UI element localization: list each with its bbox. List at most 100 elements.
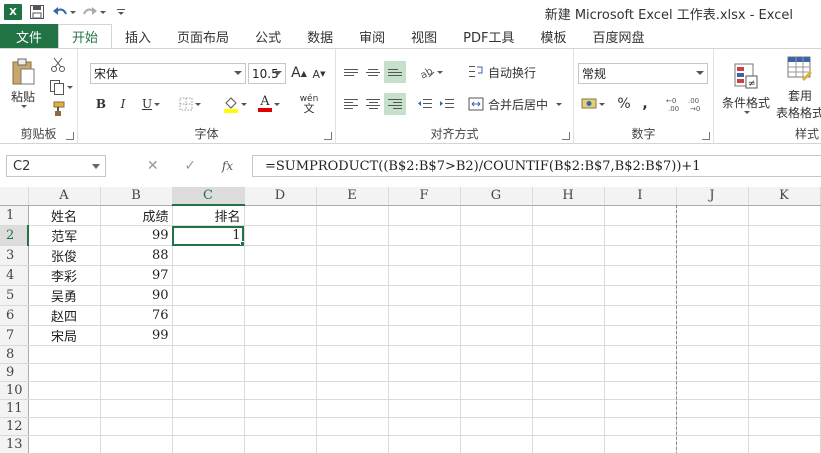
- cell-b8[interactable]: [100, 345, 173, 364]
- cut-icon[interactable]: [46, 55, 70, 75]
- cell-g3[interactable]: [460, 245, 533, 266]
- cancel-icon[interactable]: ✕: [147, 158, 159, 174]
- italic-button[interactable]: I: [114, 93, 132, 115]
- borders-button[interactable]: [176, 93, 204, 115]
- cell-d8[interactable]: [244, 345, 317, 364]
- cell-k12[interactable]: [748, 417, 821, 436]
- cell-c7[interactable]: [172, 325, 245, 346]
- cell-c1[interactable]: 排名: [172, 205, 245, 226]
- cell-d1[interactable]: [244, 205, 317, 226]
- tab-templates[interactable]: 模板: [527, 24, 579, 48]
- worksheet-grid[interactable]: A B C D E F G H I J K 1 姓名 成绩 排名 2 范军 99 1 3 张俊 88…: [0, 187, 821, 453]
- cell-h11[interactable]: [532, 399, 605, 418]
- cell-i7[interactable]: [604, 325, 677, 346]
- middle-align-button[interactable]: [362, 61, 384, 83]
- cell-d2[interactable]: [244, 225, 317, 246]
- tab-insert[interactable]: 插入: [112, 24, 164, 48]
- customize-qat-icon[interactable]: [112, 2, 130, 22]
- cell-c12[interactable]: [172, 417, 245, 436]
- cell-c4[interactable]: [172, 265, 245, 286]
- paste-dropdown-icon[interactable]: [21, 105, 27, 108]
- cell-b1[interactable]: 成绩: [100, 205, 173, 226]
- cell-b7[interactable]: 99: [100, 325, 173, 346]
- cell-f2[interactable]: [388, 225, 461, 246]
- cell-e8[interactable]: [316, 345, 389, 364]
- increase-indent-button[interactable]: [436, 93, 458, 115]
- cell-g1[interactable]: [460, 205, 533, 226]
- cell-e11[interactable]: [316, 399, 389, 418]
- insert-function-icon[interactable]: fx: [222, 159, 233, 173]
- cell-i9[interactable]: [604, 363, 677, 382]
- cell-b11[interactable]: [100, 399, 173, 418]
- cell-k8[interactable]: [748, 345, 821, 364]
- cell-h12[interactable]: [532, 417, 605, 436]
- cell-g4[interactable]: [460, 265, 533, 286]
- format-as-table-button[interactable]: 套用 表格格式: [774, 55, 821, 121]
- phonetic-guide-button[interactable]: wén 文: [292, 91, 326, 117]
- cell-j3[interactable]: [676, 245, 749, 266]
- cell-f1[interactable]: [388, 205, 461, 226]
- row-header[interactable]: 6: [0, 305, 29, 326]
- cell-b2[interactable]: 99: [100, 225, 173, 246]
- cell-g11[interactable]: [460, 399, 533, 418]
- cell-e6[interactable]: [316, 305, 389, 326]
- tab-file[interactable]: 文件: [0, 24, 59, 48]
- cell-h2[interactable]: [532, 225, 605, 246]
- row-header[interactable]: 5: [0, 285, 29, 306]
- tab-review[interactable]: 审阅: [346, 24, 398, 48]
- cell-f11[interactable]: [388, 399, 461, 418]
- cell-h9[interactable]: [532, 363, 605, 382]
- cell-h5[interactable]: [532, 285, 605, 306]
- clipboard-launcher-icon[interactable]: [66, 132, 74, 140]
- cell-h7[interactable]: [532, 325, 605, 346]
- cell-j9[interactable]: [676, 363, 749, 382]
- tab-formulas[interactable]: 公式: [242, 24, 294, 48]
- cell-i1[interactable]: [604, 205, 677, 226]
- decrease-decimal-button[interactable]: .00 →0: [686, 93, 708, 115]
- font-size-dropdown[interactable]: 10.5: [248, 63, 286, 84]
- grow-font-button[interactable]: A ▲: [290, 63, 308, 83]
- number-format-dropdown[interactable]: 常规: [578, 63, 708, 84]
- cell-k7[interactable]: [748, 325, 821, 346]
- cell-f7[interactable]: [388, 325, 461, 346]
- accounting-format-button[interactable]: [578, 93, 608, 115]
- cell-a7[interactable]: 宋局: [28, 325, 101, 346]
- cell-e12[interactable]: [316, 417, 389, 436]
- name-box[interactable]: C2: [6, 155, 106, 177]
- cell-a12[interactable]: [28, 417, 101, 436]
- cell-a9[interactable]: [28, 363, 101, 382]
- column-header-g[interactable]: G: [460, 187, 533, 206]
- cell-j10[interactable]: [676, 381, 749, 400]
- cell-b10[interactable]: [100, 381, 173, 400]
- cell-f12[interactable]: [388, 417, 461, 436]
- cell-f9[interactable]: [388, 363, 461, 382]
- column-header-c[interactable]: C: [172, 187, 245, 206]
- cell-i3[interactable]: [604, 245, 677, 266]
- cell-d7[interactable]: [244, 325, 317, 346]
- tab-baidu-netdisk[interactable]: 百度网盘: [579, 24, 657, 48]
- comma-style-button[interactable]: ,: [636, 93, 654, 115]
- decrease-indent-button[interactable]: [414, 93, 436, 115]
- undo-icon[interactable]: [52, 2, 76, 22]
- row-header[interactable]: 1: [0, 205, 29, 226]
- cell-i13[interactable]: [604, 435, 677, 453]
- cell-i6[interactable]: [604, 305, 677, 326]
- cell-d4[interactable]: [244, 265, 317, 286]
- bottom-align-button[interactable]: [384, 61, 406, 83]
- cell-k13[interactable]: [748, 435, 821, 453]
- cell-k10[interactable]: [748, 381, 821, 400]
- column-header-d[interactable]: D: [244, 187, 317, 206]
- cell-j2[interactable]: [676, 225, 749, 246]
- column-header-k[interactable]: K: [748, 187, 821, 206]
- column-header-j[interactable]: J: [676, 187, 749, 206]
- row-header[interactable]: 7: [0, 325, 29, 346]
- cell-b9[interactable]: [100, 363, 173, 382]
- cell-i2[interactable]: [604, 225, 677, 246]
- cell-c5[interactable]: [172, 285, 245, 306]
- cell-k3[interactable]: [748, 245, 821, 266]
- cell-e5[interactable]: [316, 285, 389, 306]
- tab-pdf-tools[interactable]: PDF工具: [450, 24, 527, 48]
- cell-d13[interactable]: [244, 435, 317, 453]
- cell-b13[interactable]: [100, 435, 173, 453]
- conditional-format-button[interactable]: ≠ 条件格式: [718, 55, 774, 121]
